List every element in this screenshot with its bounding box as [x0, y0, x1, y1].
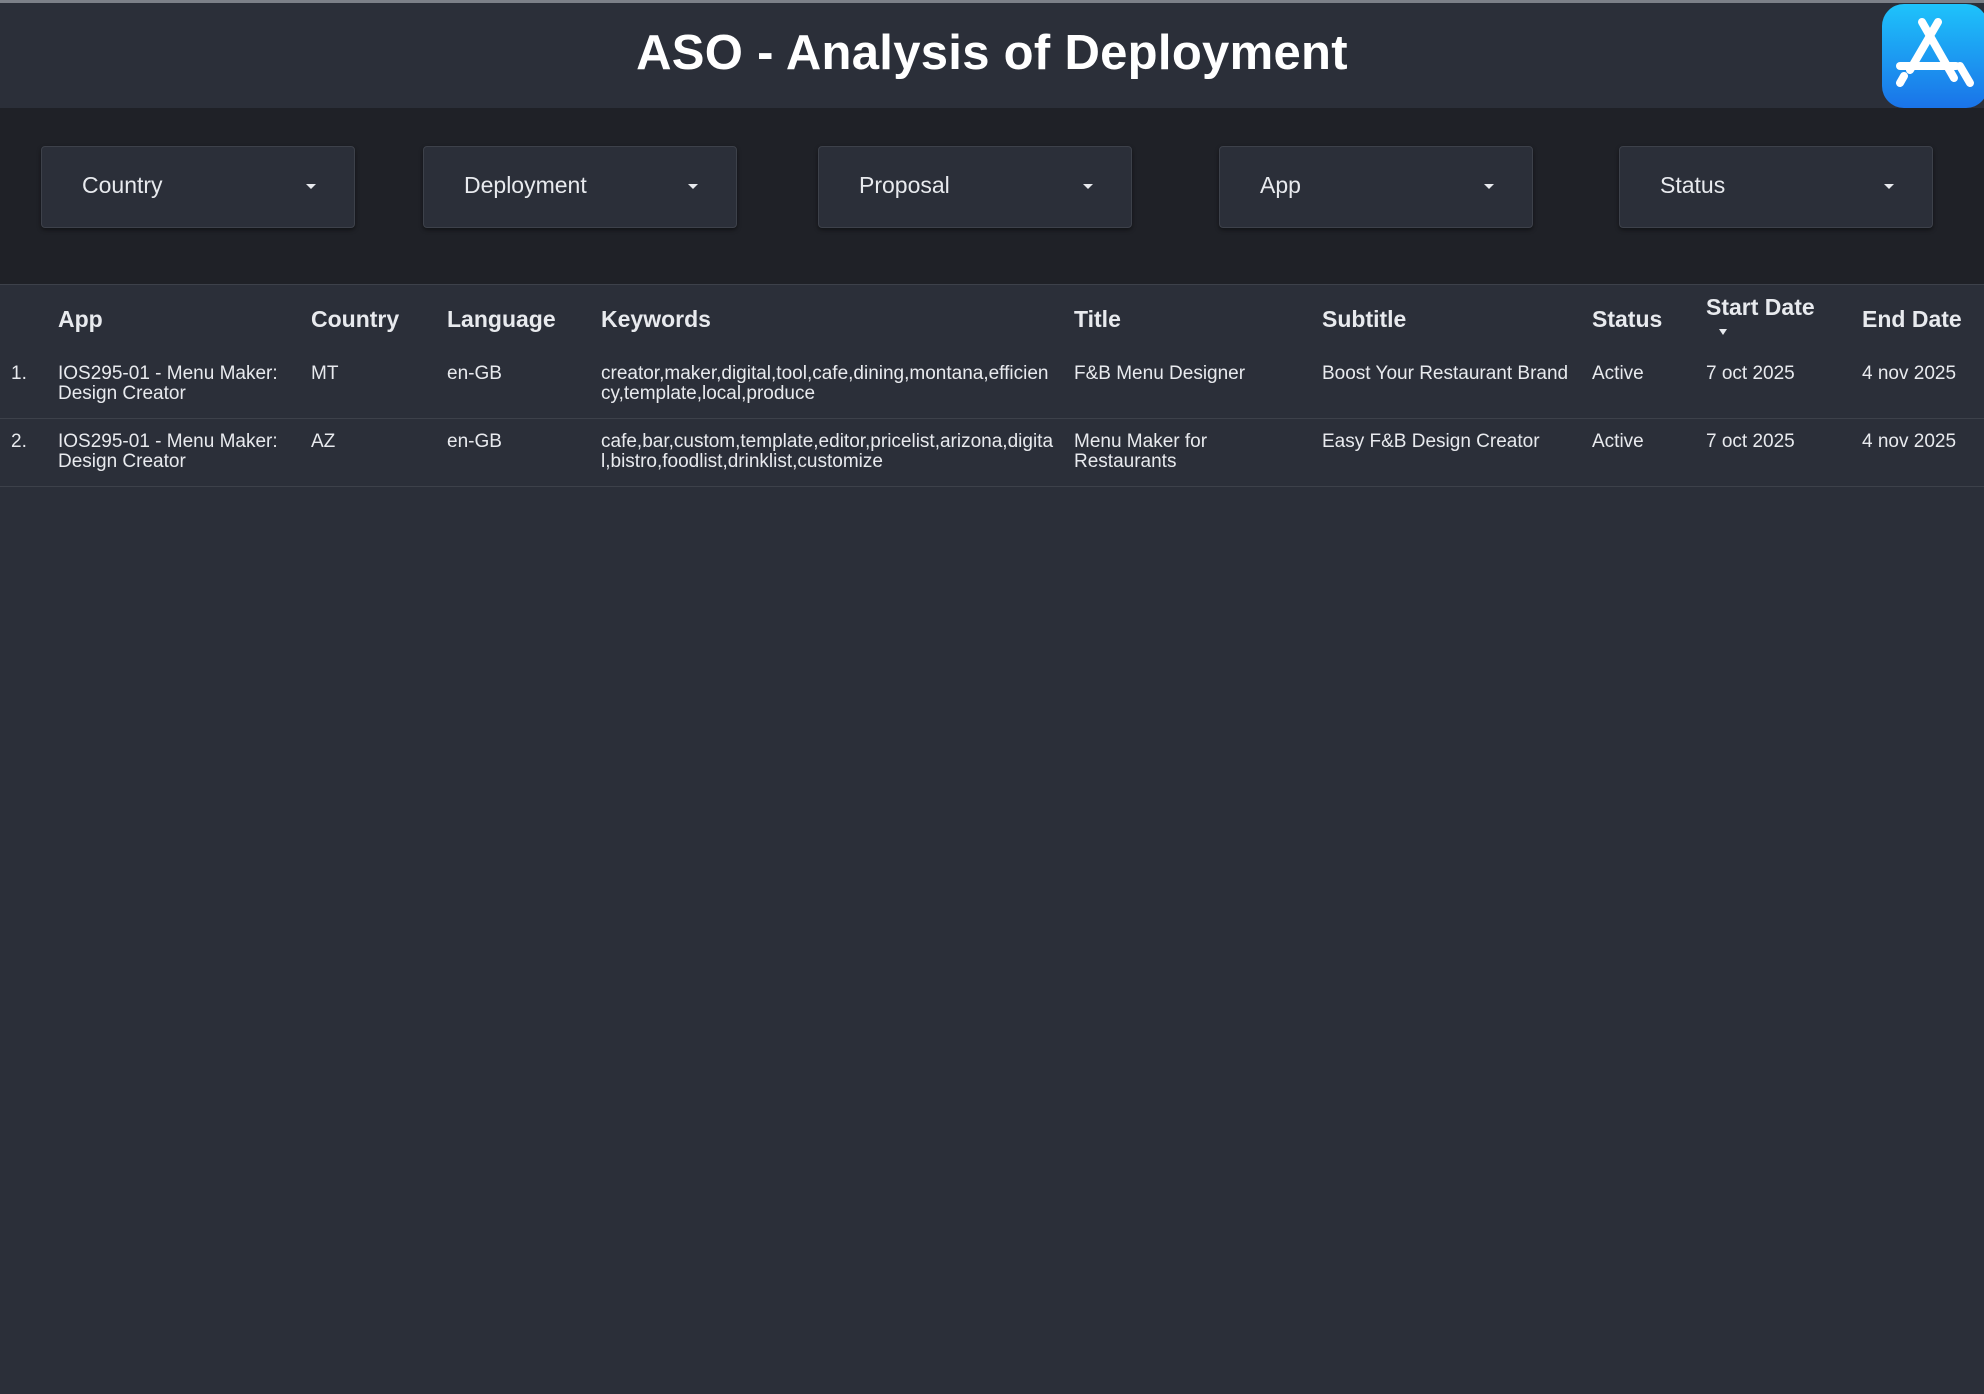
caret-down-icon: [306, 184, 316, 189]
dropdown-label: Country: [82, 172, 163, 198]
dropdown-label: Deployment: [464, 172, 587, 198]
caret-down-icon: [1884, 184, 1894, 189]
sort-descending-icon[interactable]: [1719, 329, 1727, 335]
country-filter-dropdown[interactable]: Country: [41, 146, 355, 228]
cell-app: IOS295-01 - Menu Maker: Design Creator: [58, 363, 278, 404]
cell-end-date: 4 nov 2025: [1862, 431, 1957, 452]
cell-app: IOS295-01 - Menu Maker: Design Creator: [58, 431, 278, 472]
cell-title: F&B Menu Designer: [1074, 363, 1246, 384]
caret-down-icon: [1083, 184, 1093, 189]
cell-subtitle: Boost Your Restaurant Brand: [1322, 363, 1569, 384]
row-index: 2.: [11, 431, 27, 452]
cell-start-date: 7 oct 2025: [1706, 363, 1795, 384]
cell-status: Active: [1592, 431, 1644, 452]
cell-country: MT: [311, 363, 339, 384]
cell-keywords: cafe,bar,custom,template,editor,pricelis…: [601, 431, 1054, 472]
cell-status: Active: [1592, 363, 1644, 384]
app-store-icon: [1882, 4, 1984, 108]
cell-language: en-GB: [447, 431, 502, 452]
deployment-filter-dropdown[interactable]: Deployment: [423, 146, 737, 228]
caret-down-icon: [688, 184, 698, 189]
cell-subtitle: Easy F&B Design Creator: [1322, 431, 1540, 452]
cell-keywords: creator,maker,digital,tool,cafe,dining,m…: [601, 363, 1049, 404]
table-row[interactable]: 2. IOS295-01 - Menu Maker: Design Creato…: [0, 419, 1984, 487]
column-header-language[interactable]: Language: [447, 306, 556, 333]
table-divider: [0, 284, 1984, 285]
page-header: ASO - Analysis of Deployment: [0, 3, 1984, 108]
cell-language: en-GB: [447, 363, 502, 384]
app-store-glyph-icon: [1896, 18, 1974, 87]
page-title: ASO - Analysis of Deployment: [636, 26, 1348, 80]
dropdown-label: Status: [1660, 172, 1726, 198]
status-filter-dropdown[interactable]: Status: [1619, 146, 1933, 228]
cell-title: Menu Maker for Restaurants: [1074, 431, 1208, 472]
column-header-title[interactable]: Title: [1074, 306, 1121, 333]
filter-bar: Country Deployment Proposal App Status: [0, 108, 1984, 284]
column-header-start-date[interactable]: Start Date: [1706, 294, 1815, 321]
column-header-keywords[interactable]: Keywords: [601, 306, 711, 333]
column-header-subtitle[interactable]: Subtitle: [1322, 306, 1406, 333]
column-header-app[interactable]: App: [58, 306, 103, 333]
column-header-country[interactable]: Country: [311, 306, 399, 333]
cell-end-date: 4 nov 2025: [1862, 363, 1957, 384]
table-row[interactable]: 1. IOS295-01 - Menu Maker: Design Creato…: [0, 351, 1984, 419]
dropdown-label: Proposal: [859, 172, 950, 198]
column-header-status[interactable]: Status: [1592, 306, 1662, 333]
dropdown-label: App: [1260, 172, 1301, 198]
cell-start-date: 7 oct 2025: [1706, 431, 1795, 452]
row-index: 1.: [11, 363, 27, 384]
column-header-end-date[interactable]: End Date: [1862, 306, 1962, 333]
cell-country: AZ: [311, 431, 336, 452]
app-filter-dropdown[interactable]: App: [1219, 146, 1533, 228]
proposal-filter-dropdown[interactable]: Proposal: [818, 146, 1132, 228]
caret-down-icon: [1484, 184, 1494, 189]
